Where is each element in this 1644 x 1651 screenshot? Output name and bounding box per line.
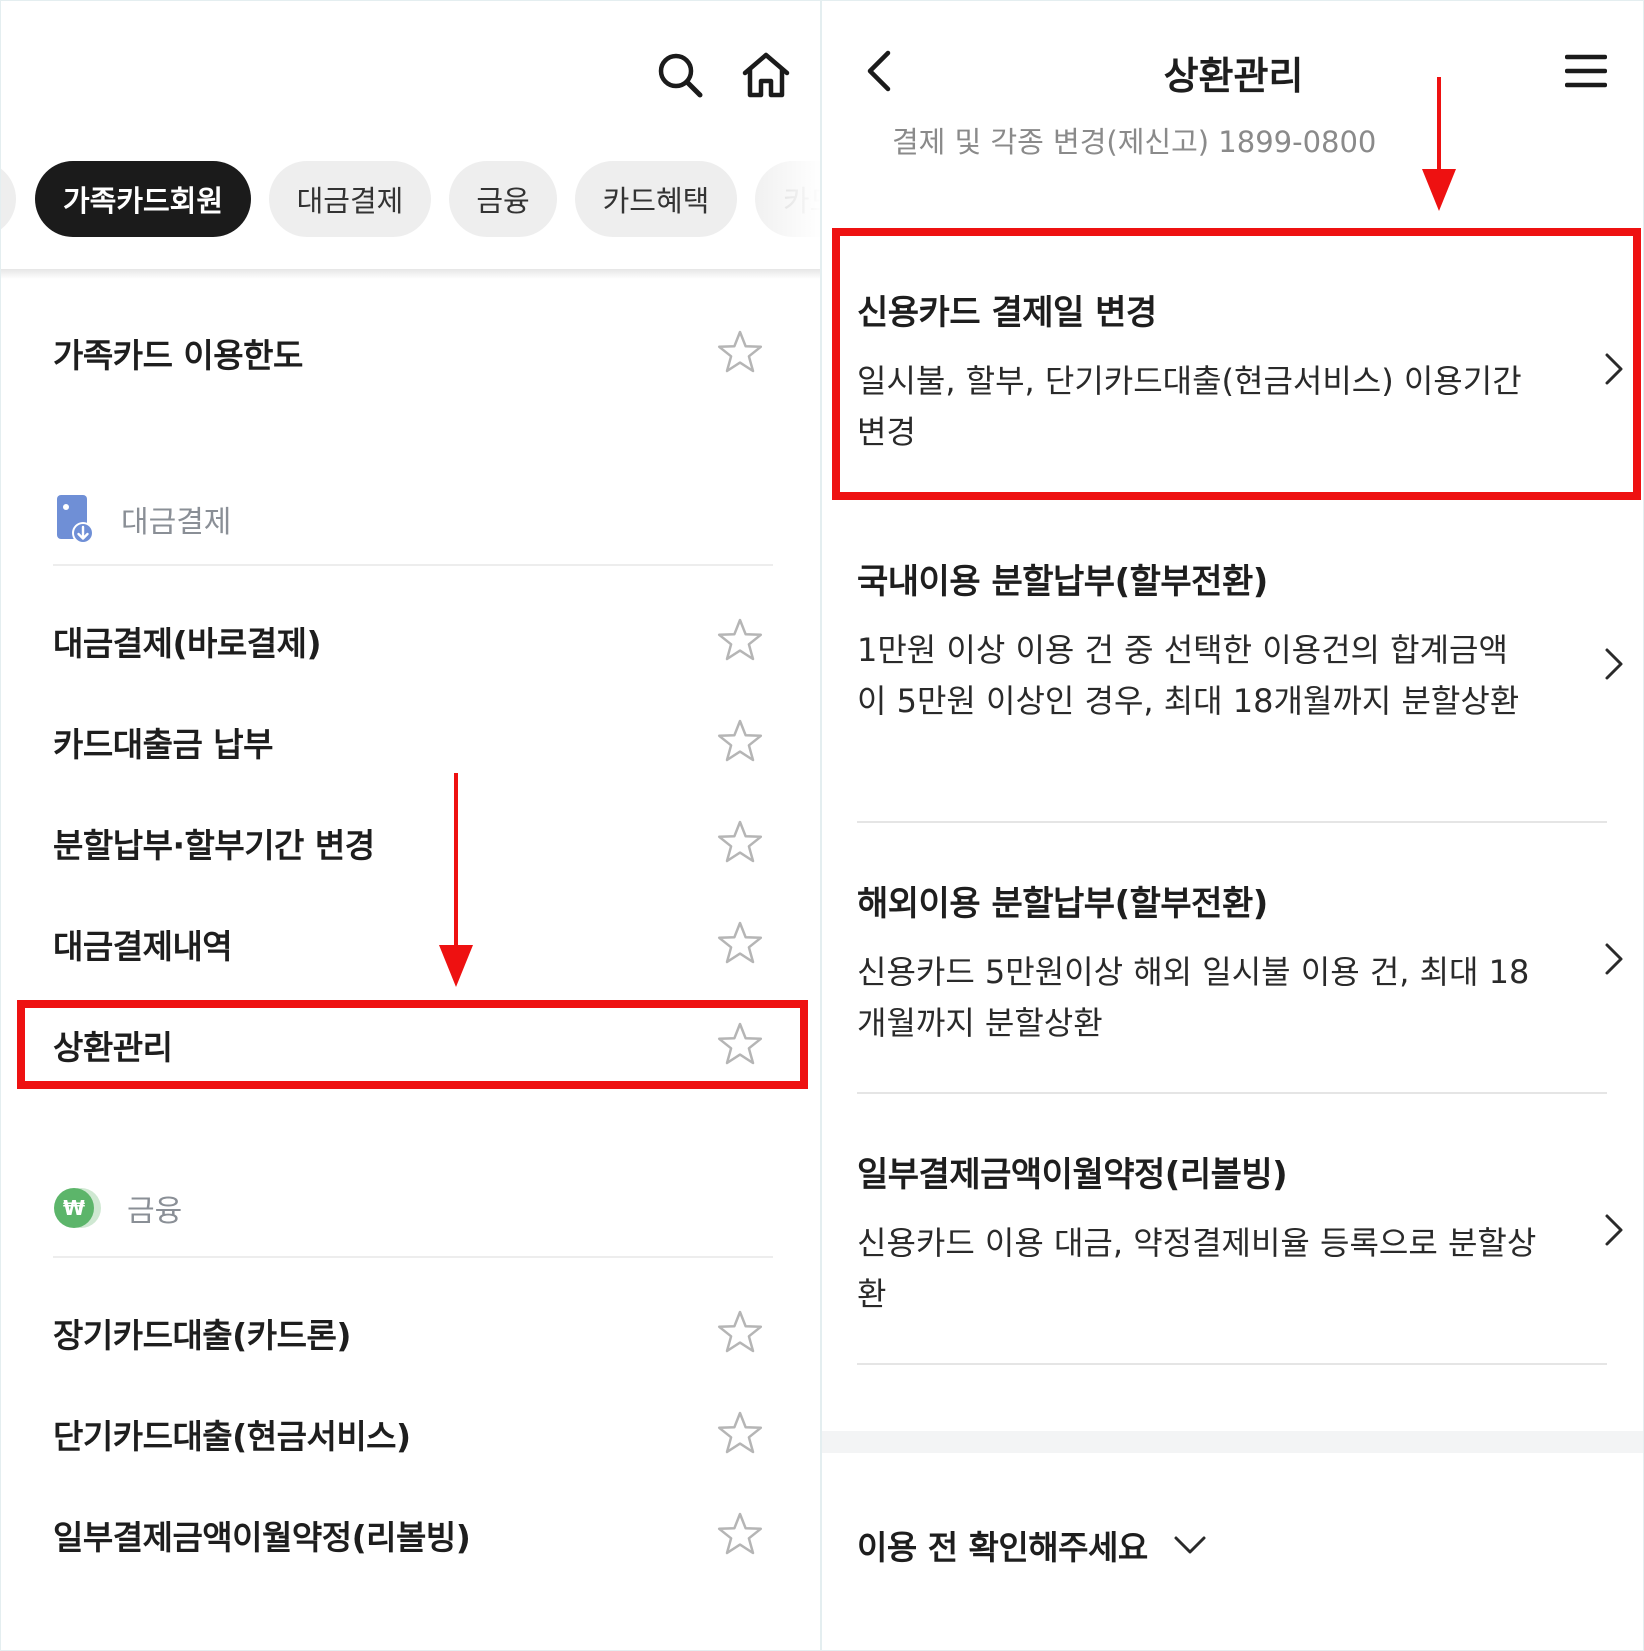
menu-item-card-loan[interactable]: 장기카드대출(카드론) (53, 1293, 763, 1373)
list-divider (857, 1092, 1607, 1094)
search-icon[interactable] (654, 49, 706, 101)
menu-item-label: 대금결제내역 (53, 927, 233, 966)
list-item-domestic-installment[interactable]: 국내이용 분할납부(할부전환) 1만원 이상 이용 건 중 선택한 이용건의 합… (857, 554, 1607, 727)
right-screen: 상환관리 결제 및 각종 변경(제신고) 1899-0800 신용카드 결제일 … (821, 0, 1644, 1651)
category-tabs: 가족카드회원 대금결제 금융 카드혜택 카드 (1, 161, 820, 239)
item-title: 해외이용 분할납부(할부전환) (857, 884, 1268, 924)
star-icon[interactable] (717, 1410, 763, 1456)
contact-phone: 결제 및 각종 변경(제신고) 1899-0800 (892, 125, 1377, 159)
item-description: 신용카드 5만원이상 해외 일시불 이용 건, 최대 18개월까지 분할상환 (857, 953, 1530, 1042)
menu-item-family-limit[interactable]: 가족카드 이용한도 (53, 313, 763, 393)
section-divider (53, 1256, 773, 1258)
menu-item-label: 카드대출금 납부 (53, 725, 274, 764)
item-description: 1만원 이상 이용 건 중 선택한 이용건의 합계금액이 5만원 이상인 경우,… (857, 631, 1520, 720)
tab-finance[interactable]: 금융 (449, 161, 557, 237)
chevron-right-icon[interactable] (1601, 939, 1627, 979)
list-divider (857, 821, 1607, 823)
tab-family-card[interactable]: 가족카드회원 (35, 161, 251, 237)
menu-item-label: 일부결제금액이월약정(리볼빙) (53, 1518, 471, 1557)
item-description: 신용카드 이용 대금, 약정결제비율 등록으로 분할상환 (857, 1224, 1537, 1313)
section-label: 금융 (127, 1194, 183, 1229)
tab-card-benefits[interactable]: 카드혜택 (575, 161, 737, 237)
home-icon[interactable] (740, 49, 792, 101)
section-header-payment: 대금결제 (53, 482, 773, 556)
menu-item-label: 단기카드대출(현금서비스) (53, 1417, 411, 1456)
item-title: 일부결제금액이월약정(리볼빙) (857, 1155, 1288, 1195)
menu-item-label: 분할납부·할부기간 변경 (53, 826, 375, 865)
list-item-revolving[interactable]: 일부결제금액이월약정(리볼빙) 신용카드 이용 대금, 약정결제비율 등록으로 … (857, 1147, 1607, 1320)
star-icon[interactable] (717, 329, 763, 375)
top-actions (654, 49, 792, 101)
finance-section-icon: ₩ (54, 1188, 101, 1228)
list-divider (857, 1363, 1607, 1365)
star-icon[interactable] (717, 718, 763, 764)
chevron-right-icon[interactable] (1601, 1210, 1627, 1250)
section-separator (822, 1431, 1643, 1453)
star-icon[interactable] (717, 920, 763, 966)
menu-item-label: 가족카드 이용한도 (53, 336, 303, 375)
notice-label: 이용 전 확인해주세요 (857, 1528, 1148, 1567)
menu-item-cash-service[interactable]: 단기카드대출(현금서비스) (53, 1394, 763, 1474)
menu-item-card-loan-payment[interactable]: 카드대출금 납부 (53, 702, 763, 782)
tabs-divider (1, 269, 820, 279)
star-icon[interactable] (717, 1309, 763, 1355)
menu-item-revolving[interactable]: 일부결제금액이월약정(리볼빙) (53, 1495, 763, 1575)
left-screen: 가족카드회원 대금결제 금융 카드혜택 카드 가족카드 이용한도 대금결제 대금… (0, 0, 821, 1651)
section-label: 대금결제 (121, 505, 232, 540)
list-item-overseas-installment[interactable]: 해외이용 분할납부(할부전환) 신용카드 5만원이상 해외 일시불 이용 건, … (857, 876, 1607, 1049)
payment-section-icon (57, 495, 94, 544)
chevron-down-icon (1174, 1536, 1206, 1554)
tab-partial[interactable] (1, 161, 16, 237)
notice-toggle[interactable]: 이용 전 확인해주세요 (857, 1521, 1208, 1569)
star-icon[interactable] (717, 617, 763, 663)
item-title: 국내이용 분할납부(할부전환) (857, 562, 1268, 602)
star-icon[interactable] (717, 819, 763, 865)
page-header: 상환관리 (822, 31, 1643, 111)
arrow-down-icon (439, 773, 473, 987)
highlight-box (17, 1000, 808, 1089)
menu-item-direct-payment[interactable]: 대금결제(바로결제) (53, 601, 763, 681)
tab-payment[interactable]: 대금결제 (269, 161, 431, 237)
svg-text:₩: ₩ (63, 1196, 85, 1220)
section-header-finance: ₩ 금융 (53, 1171, 773, 1245)
chevron-right-icon[interactable] (1601, 644, 1627, 684)
menu-item-label: 장기카드대출(카드론) (53, 1316, 351, 1355)
hamburger-icon[interactable] (1565, 53, 1607, 89)
menu-item-payment-history[interactable]: 대금결제내역 (53, 904, 763, 984)
menu-item-label: 대금결제(바로결제) (53, 624, 322, 663)
section-divider (53, 564, 773, 566)
tabs-fade (742, 161, 820, 239)
star-icon[interactable] (717, 1511, 763, 1557)
menu-item-installment-change[interactable]: 분할납부·할부기간 변경 (53, 803, 763, 883)
arrow-down-icon (1422, 77, 1456, 211)
highlight-box (832, 228, 1641, 500)
page-title: 상환관리 (1163, 54, 1304, 98)
